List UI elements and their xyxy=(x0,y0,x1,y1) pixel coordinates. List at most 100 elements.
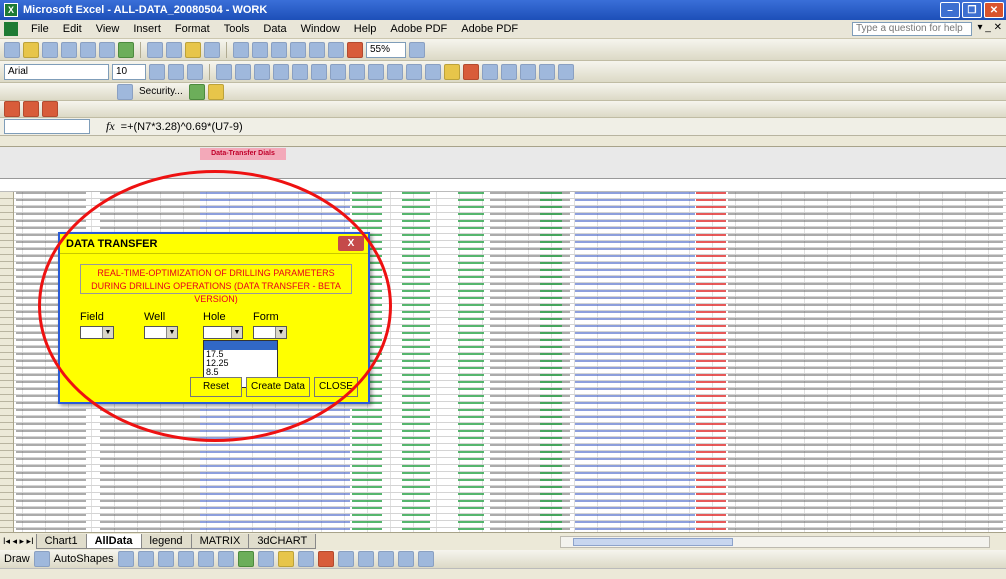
line-style-icon[interactable] xyxy=(337,551,354,567)
help-search-input[interactable]: Type a question for help xyxy=(852,22,972,36)
menu-format[interactable]: Format xyxy=(168,23,217,35)
format-painter-icon[interactable] xyxy=(204,41,220,58)
increase-decimal-icon[interactable] xyxy=(349,63,365,80)
undo-icon[interactable] xyxy=(233,41,249,58)
menu-help[interactable]: Help xyxy=(347,23,384,35)
line-color-icon[interactable] xyxy=(297,551,314,567)
menu-view[interactable]: View xyxy=(89,23,127,35)
percent-icon[interactable] xyxy=(311,63,327,80)
custom-tool-icon-1[interactable] xyxy=(4,101,20,117)
decrease-decimal-icon[interactable] xyxy=(368,63,384,80)
redo-icon[interactable] xyxy=(252,41,268,58)
minimize-button[interactable]: – xyxy=(940,2,960,18)
tab-matrix[interactable]: MATRIX xyxy=(190,534,250,549)
toolbar-extra-icon-3[interactable] xyxy=(520,63,536,80)
diagram-icon[interactable] xyxy=(237,551,254,567)
row-headers[interactable] xyxy=(0,192,14,532)
fill-color-icon[interactable] xyxy=(444,63,460,80)
borders-icon[interactable] xyxy=(425,63,441,80)
tab-scroll-buttons[interactable]: I◂ ◂ ▸ ▸I xyxy=(0,536,37,547)
oval-icon[interactable] xyxy=(177,551,194,567)
column-headers[interactable] xyxy=(0,136,1006,147)
align-left-icon[interactable] xyxy=(216,63,232,80)
restore-button[interactable]: ❐ xyxy=(962,2,982,18)
name-box[interactable] xyxy=(4,119,90,134)
textbox-icon[interactable] xyxy=(197,551,214,567)
clipart-icon[interactable] xyxy=(257,551,274,567)
align-center-icon[interactable] xyxy=(235,63,251,80)
underline-icon[interactable] xyxy=(187,63,203,80)
formatting-toolbar: Arial 10 xyxy=(0,61,1006,83)
open-icon[interactable] xyxy=(23,41,39,58)
help-icon[interactable] xyxy=(409,41,425,58)
toolbar-extra-icon-5[interactable] xyxy=(558,63,574,80)
permission-icon[interactable] xyxy=(61,41,77,58)
decrease-indent-icon[interactable] xyxy=(387,63,403,80)
toolbar-extra-icon-4[interactable] xyxy=(539,63,555,80)
horizontal-scrollbar[interactable] xyxy=(560,536,990,548)
security-icon[interactable] xyxy=(117,83,133,100)
autosum-icon[interactable] xyxy=(290,41,306,58)
menu-tools[interactable]: Tools xyxy=(217,23,257,35)
font-color-icon[interactable] xyxy=(463,63,479,80)
chart-wizard-icon[interactable] xyxy=(347,41,363,58)
draw-menu[interactable]: Draw xyxy=(4,553,30,565)
scrollbar-thumb[interactable] xyxy=(573,538,733,546)
tab-3dchart[interactable]: 3dCHART xyxy=(248,534,317,549)
wordart-icon[interactable] xyxy=(217,551,234,567)
draw-font-color-icon[interactable] xyxy=(317,551,334,567)
italic-icon[interactable] xyxy=(168,63,184,80)
currency-icon[interactable] xyxy=(292,63,308,80)
custom-tool-icon-3[interactable] xyxy=(42,101,58,117)
new-icon[interactable] xyxy=(4,41,20,58)
security-label[interactable]: Security... xyxy=(136,86,186,97)
menu-adobe-pdf-2[interactable]: Adobe PDF xyxy=(454,23,525,35)
dash-style-icon[interactable] xyxy=(357,551,374,567)
merge-center-icon[interactable] xyxy=(273,63,289,80)
preview-icon[interactable] xyxy=(99,41,115,58)
tab-alldata[interactable]: AllData xyxy=(85,534,142,549)
menu-adobe-pdf[interactable]: Adobe PDF xyxy=(383,23,454,35)
line-icon[interactable] xyxy=(117,551,134,567)
increase-indent-icon[interactable] xyxy=(406,63,422,80)
3d-style-icon[interactable] xyxy=(417,551,434,567)
arrow-style-icon[interactable] xyxy=(377,551,394,567)
macro-icon[interactable] xyxy=(188,83,205,100)
cut-icon[interactable] xyxy=(147,41,163,58)
spelling-icon[interactable] xyxy=(118,41,134,58)
arrow-icon[interactable] xyxy=(137,551,154,567)
visual-basic-icon[interactable] xyxy=(207,83,224,100)
close-window-button[interactable]: ✕ xyxy=(984,2,1004,18)
fx-icon[interactable]: fx xyxy=(106,119,115,134)
draw-fill-color-icon[interactable] xyxy=(277,551,294,567)
menu-file[interactable]: File xyxy=(24,23,56,35)
sort-descending-icon[interactable] xyxy=(328,41,344,58)
paste-icon[interactable] xyxy=(185,41,201,58)
autoshapes-menu[interactable]: AutoShapes xyxy=(54,553,114,565)
align-right-icon[interactable] xyxy=(254,63,270,80)
zoom-select[interactable]: 55% xyxy=(366,41,406,58)
select-objects-icon[interactable] xyxy=(33,551,50,567)
save-icon[interactable] xyxy=(42,41,58,58)
menu-data[interactable]: Data xyxy=(256,23,293,35)
comma-icon[interactable] xyxy=(330,63,346,80)
bold-icon[interactable] xyxy=(149,63,165,80)
menu-window[interactable]: Window xyxy=(294,23,347,35)
toolbar-extra-icon-1[interactable] xyxy=(482,63,498,80)
copy-icon[interactable] xyxy=(166,41,182,58)
tab-chart1[interactable]: Chart1 xyxy=(35,534,87,549)
rectangle-icon[interactable] xyxy=(157,551,174,567)
custom-tool-icon-2[interactable] xyxy=(23,101,39,117)
toolbar-extra-icon-2[interactable] xyxy=(501,63,517,80)
tab-legend[interactable]: legend xyxy=(140,534,192,549)
menu-edit[interactable]: Edit xyxy=(56,23,89,35)
sort-ascending-icon[interactable] xyxy=(309,41,325,58)
font-name-select[interactable]: Arial xyxy=(4,63,109,80)
menu-insert[interactable]: Insert xyxy=(126,23,168,35)
menu-window-controls[interactable]: ▾ _ ✕ xyxy=(977,22,1002,33)
shadow-icon[interactable] xyxy=(397,551,414,567)
hyperlink-icon[interactable] xyxy=(271,41,287,58)
font-size-select[interactable]: 10 xyxy=(112,63,146,80)
print-icon[interactable] xyxy=(80,41,96,58)
formula-input[interactable]: =+(N7*3.28)^0.69*(U7-9) xyxy=(121,121,243,133)
